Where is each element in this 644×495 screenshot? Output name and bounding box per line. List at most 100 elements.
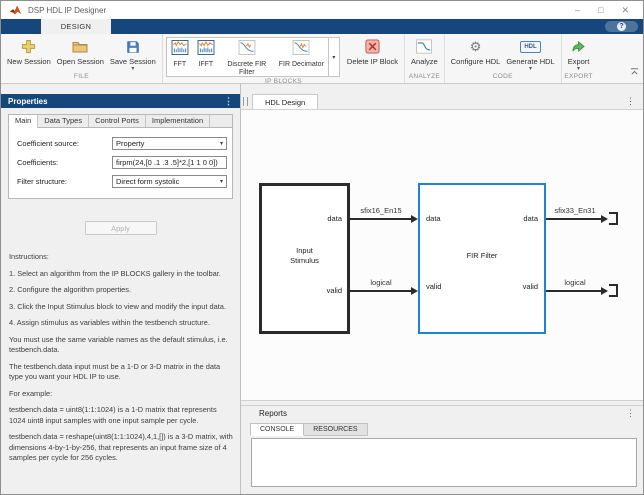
matlab-logo-icon <box>9 5 22 15</box>
tab-implementation[interactable]: Implementation <box>145 115 211 127</box>
fir-filter-label: FIR Filter <box>466 251 498 260</box>
section-label-file: FILE <box>73 73 89 80</box>
chevron-down-icon: ▾ <box>219 179 223 185</box>
tab-data-types[interactable]: Data Types <box>38 115 90 127</box>
help-button[interactable]: ? <box>605 21 638 32</box>
wire-arrowhead <box>411 287 418 295</box>
section-label-code: CODE <box>492 73 513 80</box>
help-icon: ? <box>617 22 626 31</box>
new-session-button[interactable]: New Session <box>4 36 54 66</box>
signal-wire <box>350 218 412 220</box>
window-title: DSP HDL IP Designer <box>28 5 107 15</box>
analyze-icon <box>416 38 433 55</box>
design-canvas[interactable]: Input Stimulus data valid FIR Filter dat… <box>241 109 643 400</box>
hdl-badge-icon: HDL <box>520 38 541 55</box>
apply-button[interactable]: Apply <box>84 221 157 235</box>
new-session-plus-icon <box>21 38 36 55</box>
tab-design[interactable]: DESIGN <box>41 19 111 34</box>
reports-panel: Reports ⋮ CONSOLE RESOURCES <box>241 405 643 494</box>
save-icon <box>126 38 140 55</box>
properties-tabs: Main Data Types Control Ports Implementa… <box>9 115 232 128</box>
input-stimulus-block[interactable]: Input Stimulus data valid <box>259 183 350 334</box>
toolbar-section-ip-blocks: FFT IFFT Discrete FIR Filter FIR Decimat… <box>163 34 406 85</box>
tab-resources[interactable]: RESOURCES <box>304 423 368 436</box>
gallery-item-discrete-fir-filter[interactable]: Discrete FIR Filter <box>219 38 275 76</box>
coefficients-label: Coefficients: <box>17 158 59 167</box>
ribbon-tab-bar: DESIGN ? <box>1 19 643 34</box>
properties-panel: Properties ⋮ Main Data Types Control Por… <box>1 84 241 494</box>
configure-hdl-button[interactable]: ⚙ Configure HDL <box>448 36 504 66</box>
close-icon[interactable]: ✕ <box>621 1 629 19</box>
fir-decimator-icon <box>292 40 310 60</box>
port-label: data <box>426 214 441 223</box>
reports-header: Reports ⋮ <box>241 406 643 419</box>
signal-label-valid-out: logical <box>564 278 586 287</box>
wire-arrowhead <box>601 287 608 295</box>
reports-title: Reports <box>259 408 288 418</box>
ifft-icon <box>197 40 215 60</box>
coefficient-source-select[interactable]: Property ▾ <box>112 137 227 150</box>
discrete-fir-filter-icon <box>238 40 256 60</box>
tab-control-ports[interactable]: Control Ports <box>89 115 146 127</box>
open-session-button[interactable]: Open Session <box>54 36 107 66</box>
gallery-dropdown-button[interactable]: ▾ <box>327 38 339 76</box>
save-session-button[interactable]: Save Session ▾ <box>107 36 159 72</box>
delete-icon <box>365 38 380 55</box>
gear-icon: ⚙ <box>469 39 482 54</box>
toolbar-section-analyze: Analyze ANALYZE <box>405 34 445 83</box>
export-arrow-icon <box>571 38 586 55</box>
hdl-design-menu-icon[interactable]: ⋮ <box>626 96 635 107</box>
toolbar-section-export: Export ▾ EXPORT <box>562 34 596 83</box>
properties-panel-header: Properties ⋮ <box>1 94 240 108</box>
fir-filter-block[interactable]: FIR Filter data valid data valid <box>418 183 546 334</box>
port-label: data <box>327 214 342 223</box>
port-label: valid <box>522 282 538 291</box>
console-output-area[interactable] <box>251 438 637 487</box>
minimize-icon[interactable]: – <box>575 1 580 19</box>
properties-card: Main Data Types Control Ports Implementa… <box>8 114 233 199</box>
port-label: data <box>523 214 538 223</box>
port-label: valid <box>326 286 342 295</box>
filter-structure-label: Filter structure: <box>17 177 68 186</box>
panel-grip-icon[interactable] <box>243 97 248 106</box>
signal-label-data-out: sfix33_En31 <box>554 206 596 215</box>
tab-main[interactable]: Main <box>9 115 39 128</box>
gallery-item-fir-decimator[interactable]: FIR Decimator <box>275 38 328 76</box>
properties-panel-title: Properties <box>8 96 48 106</box>
wire-arrowhead <box>601 215 608 223</box>
hdl-design-panel: HDL Design ⋮ Input Stimulus data valid F… <box>241 84 643 494</box>
signal-wire <box>546 290 602 292</box>
ip-blocks-gallery: FFT IFFT Discrete FIR Filter FIR Decimat… <box>165 37 340 77</box>
gallery-item-fft[interactable]: FFT <box>167 38 193 76</box>
coefficients-input[interactable]: firpm(24,[0 .1 .3 .5]*2,[1 1 0 0]) <box>112 156 227 169</box>
wire-arrowhead <box>411 215 418 223</box>
toolbar-section-file: New Session Open Session Save Session ▾ … <box>1 34 163 83</box>
generate-hdl-button[interactable]: HDL Generate HDL ▾ <box>503 36 557 72</box>
app-window: DSP HDL IP Designer – □ ✕ DESIGN ? New S… <box>0 0 644 495</box>
fft-icon <box>171 40 189 60</box>
section-label-export: EXPORT <box>564 73 593 80</box>
panel-menu-icon[interactable]: ⋮ <box>224 96 233 106</box>
collapse-ribbon-icon[interactable] <box>630 63 639 81</box>
coefficient-source-label: Coefficient source: <box>17 139 79 148</box>
signal-label-valid-in: logical <box>370 278 392 287</box>
reports-tabs: CONSOLE RESOURCES <box>250 423 643 436</box>
ribbon-toolbar: New Session Open Session Save Session ▾ … <box>1 34 643 85</box>
tab-hdl-design[interactable]: HDL Design <box>252 94 319 109</box>
gallery-item-ifft[interactable]: IFFT <box>193 38 219 76</box>
reports-menu-icon[interactable]: ⋮ <box>626 408 635 418</box>
analyze-button[interactable]: Analyze <box>408 36 441 66</box>
port-label: valid <box>426 282 442 291</box>
section-label-analyze: ANALYZE <box>408 73 441 80</box>
section-label-ip-blocks: IP BLOCKS <box>264 78 302 85</box>
input-stimulus-label: Input Stimulus <box>290 246 319 265</box>
signal-wire <box>350 290 412 292</box>
signal-wire <box>546 218 602 220</box>
hdl-design-tab-row: HDL Design ⋮ <box>241 94 643 109</box>
toolbar-section-code: ⚙ Configure HDL HDL Generate HDL ▾ CODE <box>445 34 562 83</box>
maximize-icon[interactable]: □ <box>598 1 603 19</box>
delete-ip-block-button[interactable]: Delete IP Block <box>344 36 401 66</box>
filter-structure-select[interactable]: Direct form systolic ▾ <box>112 175 227 188</box>
tab-console[interactable]: CONSOLE <box>250 423 305 436</box>
export-button[interactable]: Export ▾ <box>565 36 593 72</box>
